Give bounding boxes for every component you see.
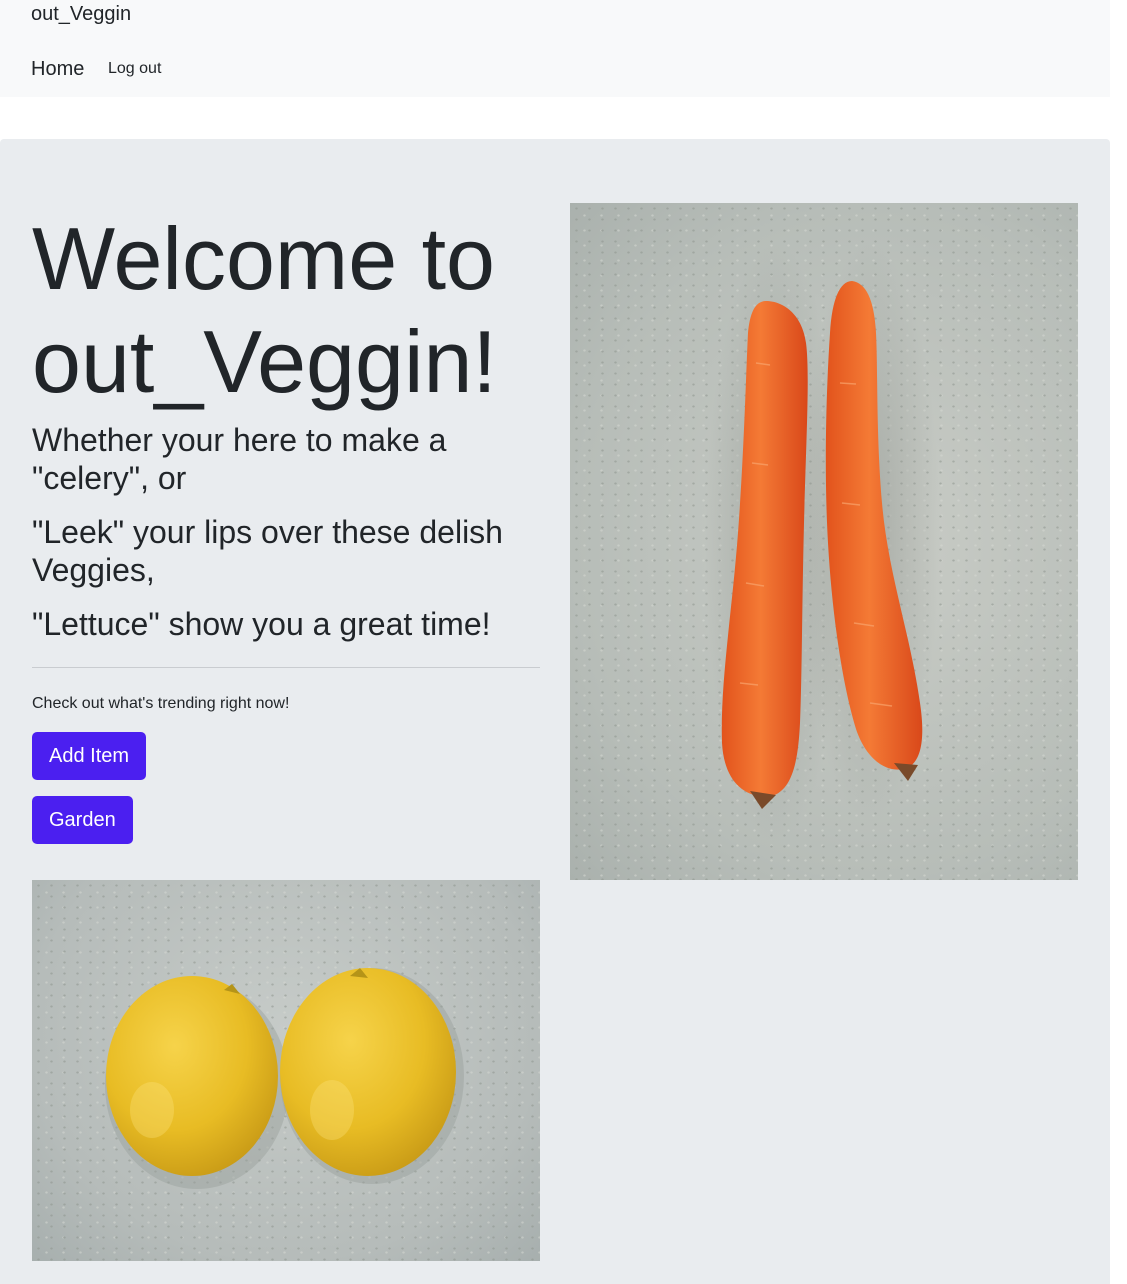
navbar: out_Veggin Home Log out [0, 0, 1110, 97]
carrots-photo [570, 203, 1078, 880]
tagline-line-3: "Lettuce" show you a great time! [32, 606, 491, 642]
trending-text: Check out what's trending right now! [32, 695, 290, 712]
lemons-illustration [105, 968, 464, 1189]
brand-logo-text[interactable]: out_Veggin [31, 2, 131, 26]
nav-logout-link[interactable]: Log out [108, 59, 161, 79]
add-item-button[interactable]: Add Item [32, 732, 147, 780]
divider [32, 667, 540, 668]
tagline-line-1: Whether your here to make a "celery", or [32, 422, 447, 496]
lemons-photo [32, 880, 540, 1261]
garden-button[interactable]: Garden [32, 796, 133, 844]
nav-home-link[interactable]: Home [31, 57, 84, 81]
tagline-line-2: "Leek" your lips over these delish Veggi… [32, 514, 503, 588]
carrots-illustration [705, 243, 940, 843]
page-title: Welcome to out_Veggin! [32, 209, 497, 411]
